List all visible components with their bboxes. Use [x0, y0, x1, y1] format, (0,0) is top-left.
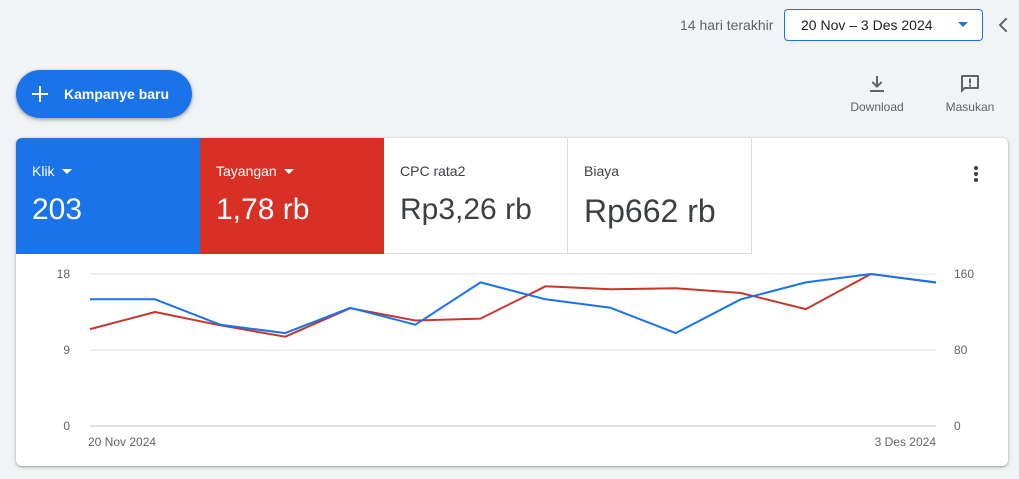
metric-value: Rp662 rb: [584, 193, 716, 229]
download-label: Download: [850, 100, 904, 114]
metric-card-avg-cpc[interactable]: CPC rata2 Rp3,26 rb: [384, 138, 568, 254]
metric-card-cost[interactable]: Biaya Rp662 rb: [568, 138, 752, 254]
y-tick-label-right: 0: [954, 419, 961, 433]
feedback-icon: [961, 75, 979, 93]
date-range-value: 20 Nov – 3 Des 2024: [801, 17, 933, 33]
metric-label: Biaya: [584, 163, 620, 179]
metric-label: Klik: [32, 163, 55, 179]
dropdown-caret-icon: [283, 168, 294, 174]
x-tick-label: 3 Des 2024: [875, 435, 937, 449]
series-line-tayangan: [89, 273, 937, 338]
plus-icon: [32, 86, 48, 102]
more-vert-icon[interactable]: [966, 162, 986, 186]
dropdown-caret-icon: [61, 168, 72, 174]
date-range-select[interactable]: 20 Nov – 3 Des 2024: [784, 9, 983, 41]
performance-chart: 0 9 18 0 80 160 20 Nov 2024 3 Des 2024: [57, 267, 975, 449]
y-tick-label-right: 80: [954, 343, 968, 357]
feedback-button[interactable]: Masukan: [940, 72, 1000, 114]
new-campaign-label: Kampanye baru: [64, 86, 170, 102]
metric-value: 1,78 rb: [216, 193, 310, 226]
metric-label: Tayangan: [216, 163, 277, 179]
download-button[interactable]: Download: [846, 72, 908, 114]
metric-value: 203: [32, 193, 83, 226]
y-tick-label-right: 160: [954, 267, 974, 281]
metric-label: CPC rata2: [400, 163, 466, 179]
x-tick-label: 20 Nov 2024: [88, 435, 156, 449]
chevron-left-icon[interactable]: [992, 13, 1016, 37]
metric-card-impressions[interactable]: Tayangan 1,78 rb: [200, 138, 384, 254]
download-icon: [870, 76, 884, 92]
date-range-label: 14 hari terakhir: [680, 17, 774, 33]
metric-value: Rp3,26 rb: [400, 193, 532, 226]
y-tick-label-left: 18: [57, 267, 71, 281]
feedback-label: Masukan: [945, 100, 995, 114]
y-tick-label-left: 9: [63, 343, 70, 357]
performance-card: Klik 203 Tayangan 1,78 rb CPC rata2 Rp3,…: [16, 138, 1008, 466]
metric-card-clicks[interactable]: Klik 203: [16, 138, 200, 254]
y-tick-label-left: 0: [63, 419, 70, 433]
dropdown-caret-icon: [958, 22, 968, 27]
new-campaign-button[interactable]: Kampanye baru: [16, 70, 192, 118]
